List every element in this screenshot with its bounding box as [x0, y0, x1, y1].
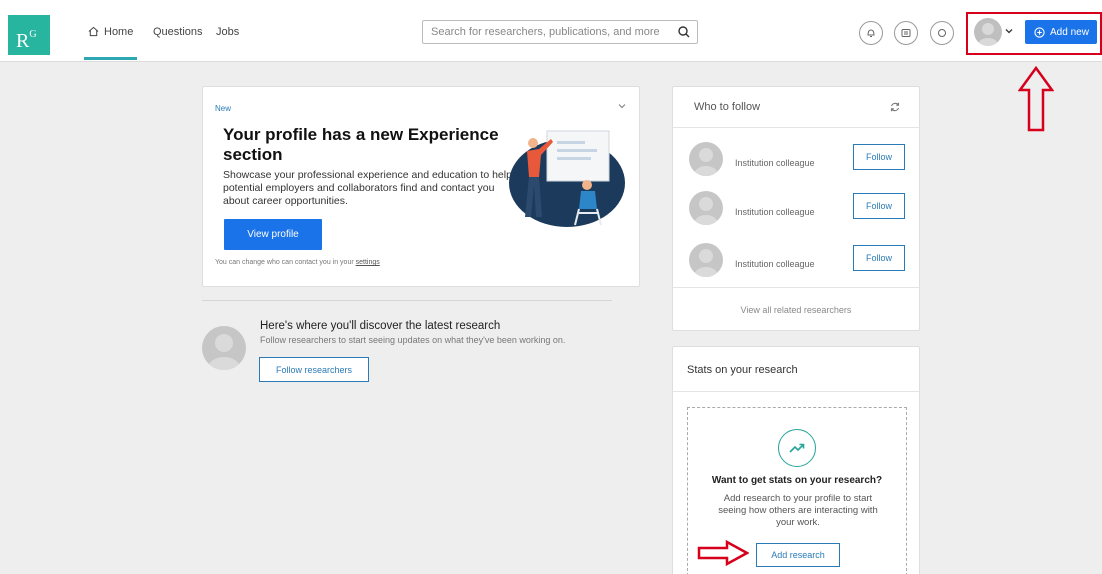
annotation-up-arrow-icon: [1018, 66, 1054, 132]
nav-questions[interactable]: Questions: [153, 26, 203, 38]
search-input[interactable]: Search for researchers, publications, an…: [422, 20, 698, 44]
promo-description: Showcase your professional experience an…: [223, 169, 512, 207]
search-icon[interactable]: [677, 24, 691, 40]
settings-link[interactable]: settings: [356, 259, 380, 266]
notifications-button[interactable]: [859, 21, 883, 45]
discover-subtitle: Follow researchers to start seeing updat…: [260, 335, 566, 345]
avatar[interactable]: [689, 191, 723, 225]
follow-button[interactable]: Follow: [853, 144, 905, 170]
divider: [673, 391, 919, 392]
list-item: Institution colleague Follow: [689, 191, 907, 229]
who-to-follow-title: Who to follow: [694, 101, 761, 113]
new-badge: New: [215, 104, 232, 113]
user-silhouette-icon: [694, 148, 718, 176]
divider: [673, 287, 919, 288]
user-silhouette-icon: [694, 197, 718, 225]
researchgate-logo[interactable]: RG: [8, 15, 50, 55]
list-item: Institution colleague Follow: [689, 142, 907, 180]
chat-button[interactable]: [930, 21, 954, 45]
stats-title: Stats on your research: [687, 364, 798, 376]
bell-icon: [867, 29, 875, 37]
divider: [673, 127, 919, 128]
avatar[interactable]: [689, 142, 723, 176]
promo-title: Your profile has a new Experience sectio…: [223, 125, 499, 164]
user-silhouette-icon: [694, 249, 718, 277]
inbox-icon: [901, 29, 911, 37]
researcher-name[interactable]: Institution colleague: [735, 207, 815, 217]
avatar: [202, 326, 246, 370]
experience-promo-card: New Your profile has a new Experience se…: [202, 86, 640, 287]
view-all-researchers-link[interactable]: View all related researchers: [673, 305, 919, 315]
trending-up-icon: [789, 443, 805, 453]
feed-divider: [202, 300, 612, 301]
researcher-name[interactable]: Institution colleague: [735, 158, 815, 168]
annotation-right-arrow-icon: [697, 540, 749, 566]
top-navigation: RG Home Questions Jobs Search for resear…: [0, 0, 1102, 62]
chat-bubble-icon: [938, 29, 946, 37]
chevron-down-icon[interactable]: [617, 101, 627, 111]
home-icon: [88, 26, 99, 37]
user-silhouette-icon: [208, 334, 240, 370]
presentation-illustration: [509, 130, 625, 227]
nav-home[interactable]: Home: [83, 26, 138, 60]
nav-jobs[interactable]: Jobs: [216, 26, 239, 38]
refresh-icon[interactable]: [889, 101, 901, 113]
trend-icon-badge: [778, 429, 816, 467]
view-profile-button[interactable]: View profile: [224, 219, 322, 250]
nav-home-label: Home: [104, 26, 134, 38]
search-placeholder: Search for researchers, publications, an…: [431, 26, 660, 38]
discover-title: Here's where you'll discover the latest …: [260, 320, 501, 332]
follow-researchers-button[interactable]: Follow researchers: [259, 357, 369, 382]
avatar[interactable]: [689, 243, 723, 277]
annotation-highlight-box: [966, 12, 1102, 55]
list-item: Institution colleague Follow: [689, 243, 907, 281]
stats-heading: Want to get stats on your research?: [711, 475, 883, 486]
follow-button[interactable]: Follow: [853, 193, 905, 219]
add-research-button[interactable]: Add research: [756, 543, 840, 567]
stats-description: Add research to your profile to start se…: [718, 493, 878, 528]
who-to-follow-card: Who to follow Institution colleague Foll…: [672, 86, 920, 331]
researcher-name[interactable]: Institution colleague: [735, 259, 815, 269]
messages-button[interactable]: [894, 21, 918, 45]
promo-note: You can change who can contact you in yo…: [215, 259, 380, 266]
follow-button[interactable]: Follow: [853, 245, 905, 271]
